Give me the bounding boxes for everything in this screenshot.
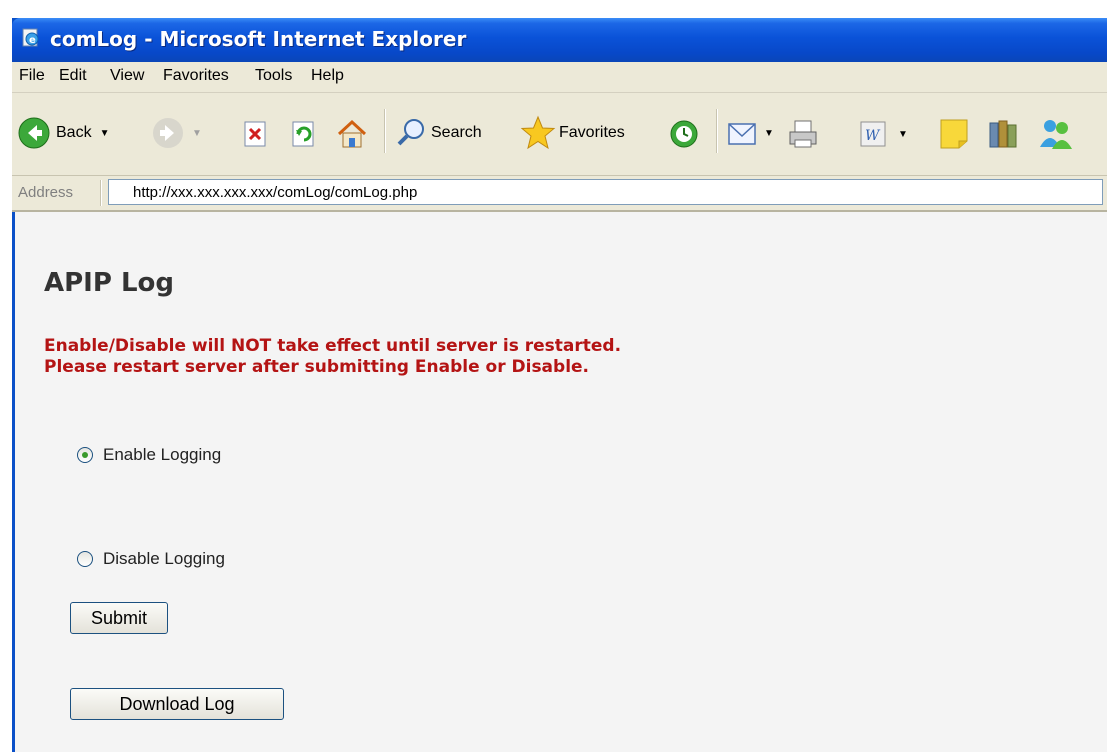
svg-text:W: W <box>865 128 881 144</box>
mail-icon <box>728 123 756 145</box>
browser-window: e comLog - Microsoft Internet Explorer F… <box>12 18 1107 752</box>
toolbar: Back ▼ ▼ Search Favorites ▼ W ▼ <box>12 93 1107 176</box>
edit-word-button[interactable]: W ▼ <box>858 119 908 149</box>
warning-line-2: Please restart server after submitting E… <box>44 357 590 377</box>
home-icon[interactable] <box>335 118 369 150</box>
mail-dropdown-icon[interactable]: ▼ <box>764 128 774 139</box>
magnifier-icon <box>397 119 424 146</box>
stop-icon[interactable] <box>242 120 270 148</box>
menu-file[interactable]: File <box>19 67 45 85</box>
title-bar: e comLog - Microsoft Internet Explorer <box>12 18 1107 62</box>
menu-edit[interactable]: Edit <box>59 67 87 85</box>
address-input[interactable]: http://xxx.xxx.xxx.xxx/comLog/comLog.php <box>108 179 1103 205</box>
download-log-button[interactable]: Download Log <box>70 688 284 720</box>
favorites-label: Favorites <box>559 124 625 141</box>
warning-line-1: Enable/Disable will NOT take effect unti… <box>44 336 622 356</box>
word-icon: W <box>860 121 886 147</box>
address-label: Address <box>18 184 74 201</box>
address-url: http://xxx.xxx.xxx.xxx/comLog/comLog.php <box>133 184 418 201</box>
enable-logging-option[interactable]: Enable Logging <box>77 445 221 465</box>
address-bar: Address http://xxx.xxx.xxx.xxx/comLog/co… <box>12 176 1107 212</box>
print-icon[interactable] <box>786 118 820 150</box>
submit-button[interactable]: Submit <box>70 602 168 634</box>
enable-logging-label: Enable Logging <box>103 445 222 464</box>
edit-dropdown-icon[interactable]: ▼ <box>898 129 908 140</box>
messenger-icon[interactable] <box>1036 117 1076 151</box>
forward-button[interactable]: ▼ <box>152 117 202 149</box>
forward-dropdown-icon[interactable]: ▼ <box>192 128 202 139</box>
menu-tools[interactable]: Tools <box>255 67 292 85</box>
window-title: comLog - Microsoft Internet Explorer <box>50 27 467 51</box>
enable-logging-radio[interactable] <box>77 447 93 463</box>
back-arrow-icon <box>18 117 50 149</box>
search-label: Search <box>431 124 482 141</box>
toolbar-separator <box>716 109 718 153</box>
note-icon[interactable] <box>937 117 973 151</box>
menu-help[interactable]: Help <box>311 67 344 85</box>
page-content: APIP Log Enable/Disable will NOT take ef… <box>15 212 1107 752</box>
menu-bar: File Edit View Favorites Tools Help <box>12 62 1107 93</box>
refresh-icon[interactable] <box>290 120 318 148</box>
disable-logging-option[interactable]: Disable Logging <box>77 549 225 569</box>
back-button[interactable]: Back ▼ <box>18 117 109 149</box>
back-dropdown-icon[interactable]: ▼ <box>100 128 110 139</box>
mail-button[interactable]: ▼ <box>726 117 774 149</box>
search-button[interactable]: Search <box>395 117 482 149</box>
menu-view[interactable]: View <box>110 67 144 85</box>
back-label: Back <box>56 124 92 141</box>
disable-logging-label: Disable Logging <box>103 549 225 568</box>
menu-favorites[interactable]: Favorites <box>163 67 229 85</box>
page-title: APIP Log <box>44 268 174 298</box>
toolbar-separator <box>384 109 386 153</box>
forward-arrow-icon <box>153 118 183 148</box>
ie-page-icon: e <box>22 28 39 47</box>
star-icon <box>520 115 556 150</box>
research-icon[interactable] <box>986 117 1022 151</box>
svg-text:e: e <box>29 35 36 46</box>
address-separator <box>100 180 102 206</box>
favorites-button[interactable]: Favorites <box>519 115 625 151</box>
disable-logging-radio[interactable] <box>77 551 93 567</box>
history-icon[interactable] <box>667 118 701 150</box>
